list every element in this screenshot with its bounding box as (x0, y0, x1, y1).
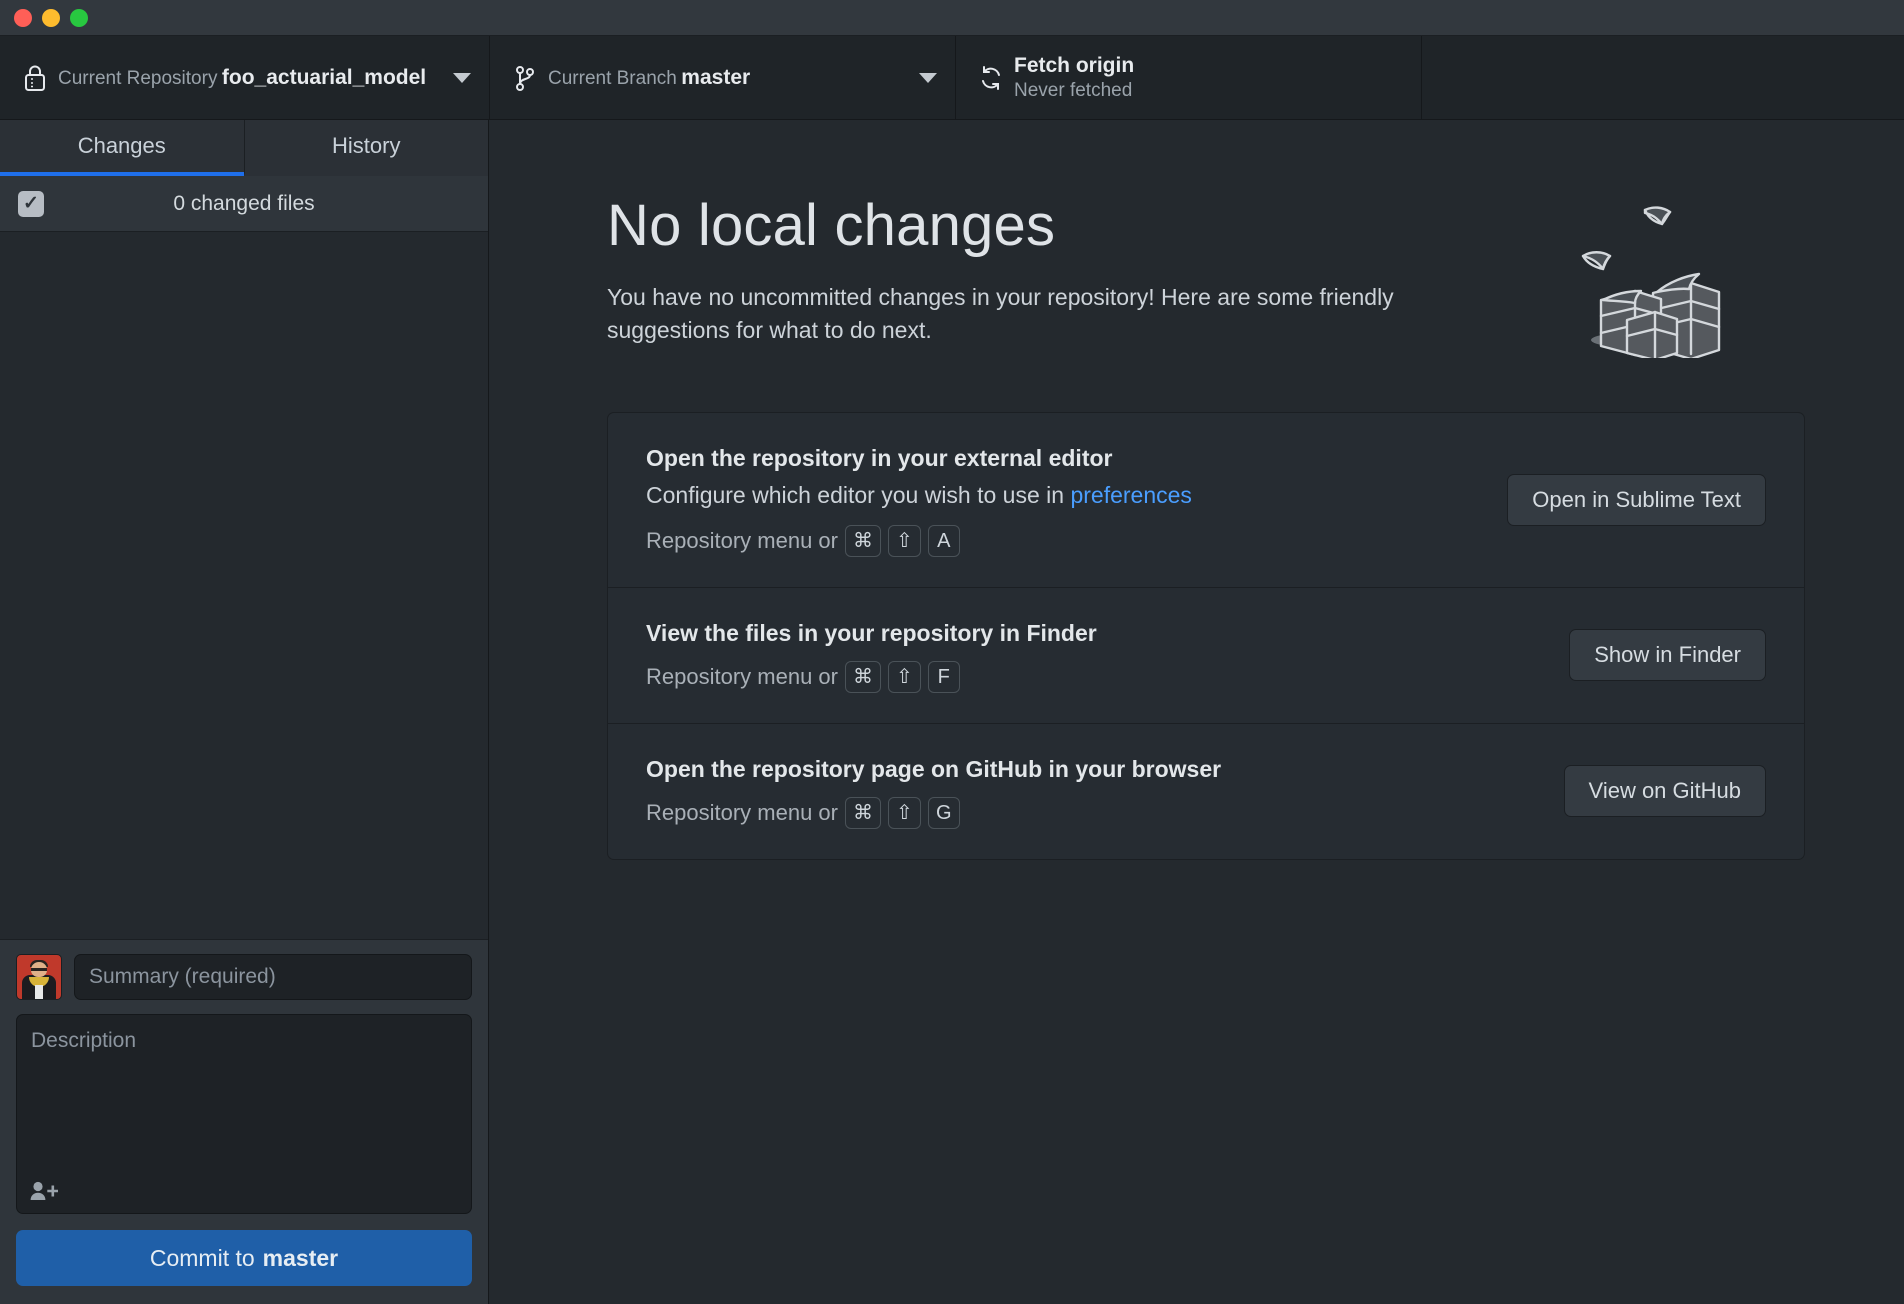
toolbar-spacer (1422, 36, 1904, 119)
close-window-button[interactable] (14, 9, 32, 27)
commit-description-wrap (16, 1014, 472, 1214)
suggestion-shortcut-hint: Repository menu or ⌘ ⇧ F (646, 661, 1535, 693)
shortcut-hint-text: Repository menu or (646, 664, 838, 690)
suggestion-open-in-editor: Open the repository in your external edi… (608, 413, 1804, 588)
current-repository-dropdown[interactable]: Current Repository foo_actuarial_model (0, 36, 490, 119)
main-content: No local changes You have no uncommitted… (489, 120, 1904, 1304)
key-shift-icon: ⇧ (888, 797, 921, 829)
preferences-link[interactable]: preferences (1070, 482, 1191, 508)
key-shift-icon: ⇧ (888, 525, 921, 557)
sidebar: Changes History ✓ 0 changed files (0, 120, 489, 1304)
tab-history[interactable]: History (244, 120, 489, 176)
current-branch-dropdown[interactable]: Current Branch master (490, 36, 956, 119)
fetch-origin-text: Fetch origin Never fetched (1008, 53, 1403, 102)
github-desktop-window: Current Repository foo_actuarial_model C… (0, 0, 1904, 1304)
key-command-icon: ⌘ (845, 661, 881, 693)
add-person-icon[interactable] (30, 1180, 58, 1202)
suggestion-show-in-finder: View the files in your repository in Fin… (608, 588, 1804, 724)
suggestion-shortcut-hint: Repository menu or ⌘ ⇧ G (646, 797, 1530, 829)
key-command-icon: ⌘ (845, 797, 881, 829)
suggestion-description-text: Configure which editor you wish to use i… (646, 482, 1070, 508)
blank-slate-inner: No local changes You have no uncommitted… (607, 194, 1805, 860)
tab-history-label: History (332, 133, 400, 159)
suggestion-action: Open in Sublime Text (1507, 474, 1766, 526)
commit-button-branch: master (263, 1245, 338, 1272)
suggestions-list: Open the repository in your external edi… (607, 412, 1805, 860)
key-command-icon: ⌘ (845, 525, 881, 557)
changed-files-header: ✓ 0 changed files (0, 176, 488, 232)
suggestion-action: Show in Finder (1569, 629, 1766, 681)
commit-to-branch-button[interactable]: Commit to master (16, 1230, 472, 1286)
suggestion-body: Open the repository in your external edi… (646, 443, 1473, 557)
suggestion-body: View the files in your repository in Fin… (646, 618, 1535, 693)
commit-description-input[interactable] (16, 1014, 472, 1214)
avatar (16, 954, 62, 1000)
key-letter: G (928, 797, 960, 829)
paper-stack-illustration (1553, 188, 1743, 358)
current-repository-text: Current Repository foo_actuarial_model (52, 65, 443, 91)
suggestion-title: Open the repository page on GitHub in yo… (646, 754, 1530, 785)
current-branch-text: Current Branch master (542, 65, 909, 91)
open-in-external-editor-button[interactable]: Open in Sublime Text (1507, 474, 1766, 526)
maximize-window-button[interactable] (70, 9, 88, 27)
suggestion-title: View the files in your repository in Fin… (646, 618, 1535, 649)
select-all-files-checkbox[interactable]: ✓ (18, 191, 44, 217)
suggestion-action: View on GitHub (1564, 765, 1766, 817)
page-subtitle: You have no uncommitted changes in your … (607, 281, 1487, 346)
key-shift-icon: ⇧ (888, 661, 921, 693)
minimize-window-button[interactable] (42, 9, 60, 27)
current-branch-label: Current Branch (548, 68, 677, 89)
commit-panel: Commit to master (0, 939, 488, 1304)
tab-changes-label: Changes (78, 133, 166, 159)
current-branch-value: master (681, 66, 750, 89)
lock-icon (18, 64, 52, 92)
commit-button-prefix: Commit to (150, 1245, 255, 1272)
shortcut-hint-text: Repository menu or (646, 528, 838, 554)
titlebar (0, 0, 1904, 36)
current-repository-label: Current Repository (58, 68, 217, 89)
commit-summary-row (16, 954, 472, 1000)
blank-slate: No local changes You have no uncommitted… (489, 120, 1904, 1304)
changed-files-count: 0 changed files (44, 192, 470, 216)
toolbar: Current Repository foo_actuarial_model C… (0, 36, 1904, 120)
suggestion-title: Open the repository in your external edi… (646, 443, 1473, 474)
sidebar-tabs: Changes History (0, 120, 488, 176)
shortcut-hint-text: Repository menu or (646, 800, 838, 826)
suggestion-description: Configure which editor you wish to use i… (646, 478, 1473, 513)
view-on-github-button[interactable]: View on GitHub (1564, 765, 1766, 817)
app-body: Changes History ✓ 0 changed files (0, 120, 1904, 1304)
fetch-origin-label: Fetch origin (1014, 53, 1403, 79)
chevron-down-icon (919, 73, 937, 83)
tab-changes[interactable]: Changes (0, 120, 244, 176)
suggestion-body: Open the repository page on GitHub in yo… (646, 754, 1530, 829)
suggestion-view-on-github: Open the repository page on GitHub in yo… (608, 724, 1804, 859)
traffic-lights (14, 9, 88, 27)
key-letter: F (928, 661, 960, 693)
suggestion-shortcut-hint: Repository menu or ⌘ ⇧ A (646, 525, 1473, 557)
commit-summary-input[interactable] (74, 954, 472, 1000)
changed-files-list[interactable] (0, 232, 488, 939)
branch-icon (508, 64, 542, 92)
current-repository-value: foo_actuarial_model (222, 66, 426, 89)
sync-icon (974, 64, 1008, 92)
show-in-finder-button[interactable]: Show in Finder (1569, 629, 1766, 681)
chevron-down-icon (453, 73, 471, 83)
fetch-origin-status: Never fetched (1014, 79, 1403, 102)
fetch-origin-button[interactable]: Fetch origin Never fetched (956, 36, 1422, 119)
key-letter: A (928, 525, 960, 557)
